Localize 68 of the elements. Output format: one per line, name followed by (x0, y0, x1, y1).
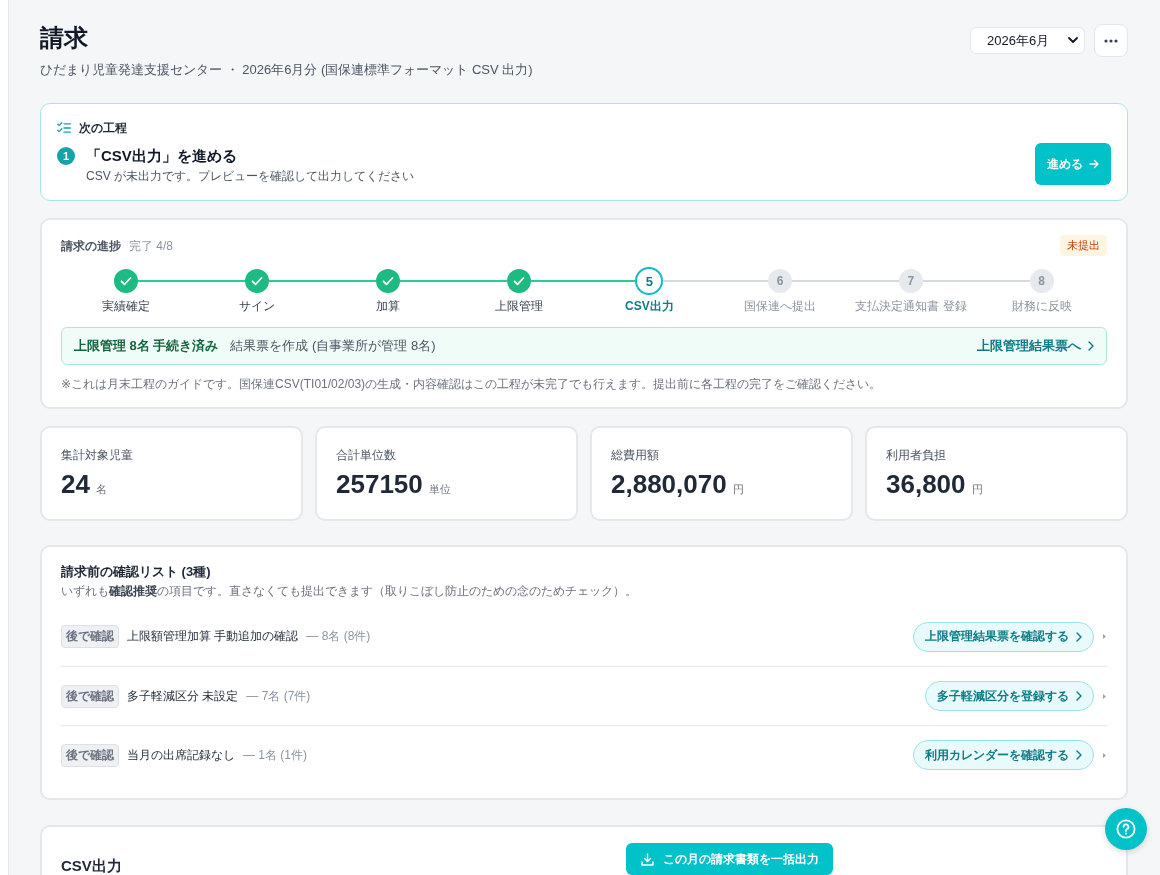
row-action-button[interactable]: 上限管理結果票を確認する (913, 621, 1094, 652)
stat-label: 総費用額 (611, 447, 660, 463)
export-title: CSV出力 (61, 857, 123, 875)
stat-value: 36,800 (886, 468, 966, 500)
step-label: 上限管理 (494, 298, 543, 314)
step-number: 1 (57, 147, 75, 165)
checklist-icon (57, 122, 71, 134)
caret-icon (1103, 634, 1106, 639)
checklist-description: いずれも確認推奨の項目です。直さなくても提出できます（取りこぼし防止のための念のためチェック）。 (61, 583, 638, 599)
check-item-count: — 1名 (1件) (243, 746, 307, 764)
page-subtitle: ひだまり児童発達支援センター ・ 2026年6月分 (国保連標準フォーマット CSV 出力) (40, 61, 533, 79)
more-icon (1104, 38, 1118, 43)
step-label: 加算 (375, 298, 400, 314)
stat-value: 24 (61, 468, 90, 500)
stat-label: 合計単位数 (336, 447, 397, 463)
chevron-right-icon (1088, 341, 1094, 351)
banner-title: 上限管理 8名 手続き済み (74, 337, 219, 355)
status-tag: 未提出 (1060, 234, 1107, 256)
month-select[interactable]: 2026年6月 (970, 27, 1085, 54)
stat-unit: 名 (95, 482, 107, 497)
chevron-right-icon (1076, 631, 1082, 642)
check-item-count: — 7名 (7件) (246, 687, 311, 705)
step-label: 実績確定 (102, 298, 151, 314)
stat-value: 2,880,070 (611, 468, 727, 500)
progress-summary: 完了 4/8 (129, 238, 173, 253)
arrow-right-icon (1089, 159, 1099, 169)
chevron-down-icon (1068, 37, 1078, 44)
step-label: サイン (239, 298, 276, 314)
status-tag: 後で確認 (61, 743, 119, 767)
stat-unit: 単位 (428, 482, 451, 497)
next-step-heading: 次の工程 (79, 119, 127, 137)
caret-icon (1103, 693, 1106, 699)
check-item-title: 上限額管理加算 手動追加の確認 (127, 628, 299, 645)
stat-label: 集計対象児童 (61, 447, 134, 463)
stat-value: 257150 (336, 468, 423, 500)
step-number: 7 (898, 269, 923, 293)
step-label: 財務に反映 (1011, 298, 1072, 314)
caret-icon (1103, 752, 1106, 758)
row-action-button[interactable]: 多子軽減区分を登録する (925, 681, 1094, 711)
page-title: 請求 (40, 23, 89, 53)
checklist-title: 請求前の確認リスト (3種) (61, 563, 212, 581)
chevron-right-icon (1076, 691, 1082, 701)
download-icon (641, 852, 654, 866)
status-tag: 後で確認 (61, 684, 119, 708)
help-icon (1116, 819, 1136, 839)
progress-title: 請求の進捗 (61, 238, 121, 253)
status-tag: 後で確認 (61, 625, 119, 648)
next-step-title: 「CSV出力」を進める (86, 146, 237, 166)
stat-label: 利用者負担 (886, 447, 947, 463)
more-button[interactable] (1094, 24, 1128, 57)
help-button[interactable] (1105, 808, 1147, 850)
stat-unit: 円 (971, 482, 983, 497)
check-item-title: 多子軽減区分 未設定 (127, 687, 239, 705)
guide-note: ※これは月末工程のガイドです。国保連CSV(TI01/02/03)の生成・内容確認はこの工程が未完了でも行えます。提出前に各工程の完了をご確認ください。 (61, 376, 883, 393)
step-number: 5 (635, 267, 664, 295)
stat-unit: 円 (732, 482, 744, 497)
next-step-description: CSV が未出力です。プレビューを確認して出力してください (86, 168, 414, 185)
step-label: 国保連へ提出 (744, 298, 817, 314)
check-item-count: — 8名 (8件) (306, 628, 371, 645)
banner-detail: 結果票を作成 (自事業所が管理 8名) (230, 337, 436, 355)
chevron-right-icon (1076, 750, 1082, 760)
step-number: 8 (1029, 269, 1054, 293)
step-number: 6 (768, 269, 793, 293)
step-label: 支払決定通知書 登録 (855, 298, 967, 314)
check-item-title: 当月の出席記録なし (127, 746, 235, 764)
step-label: CSV出力 (625, 298, 674, 314)
result-sheet-link[interactable]: 上限管理結果票へ (977, 337, 1094, 355)
row-action-button[interactable]: 利用カレンダーを確認する (913, 740, 1094, 770)
